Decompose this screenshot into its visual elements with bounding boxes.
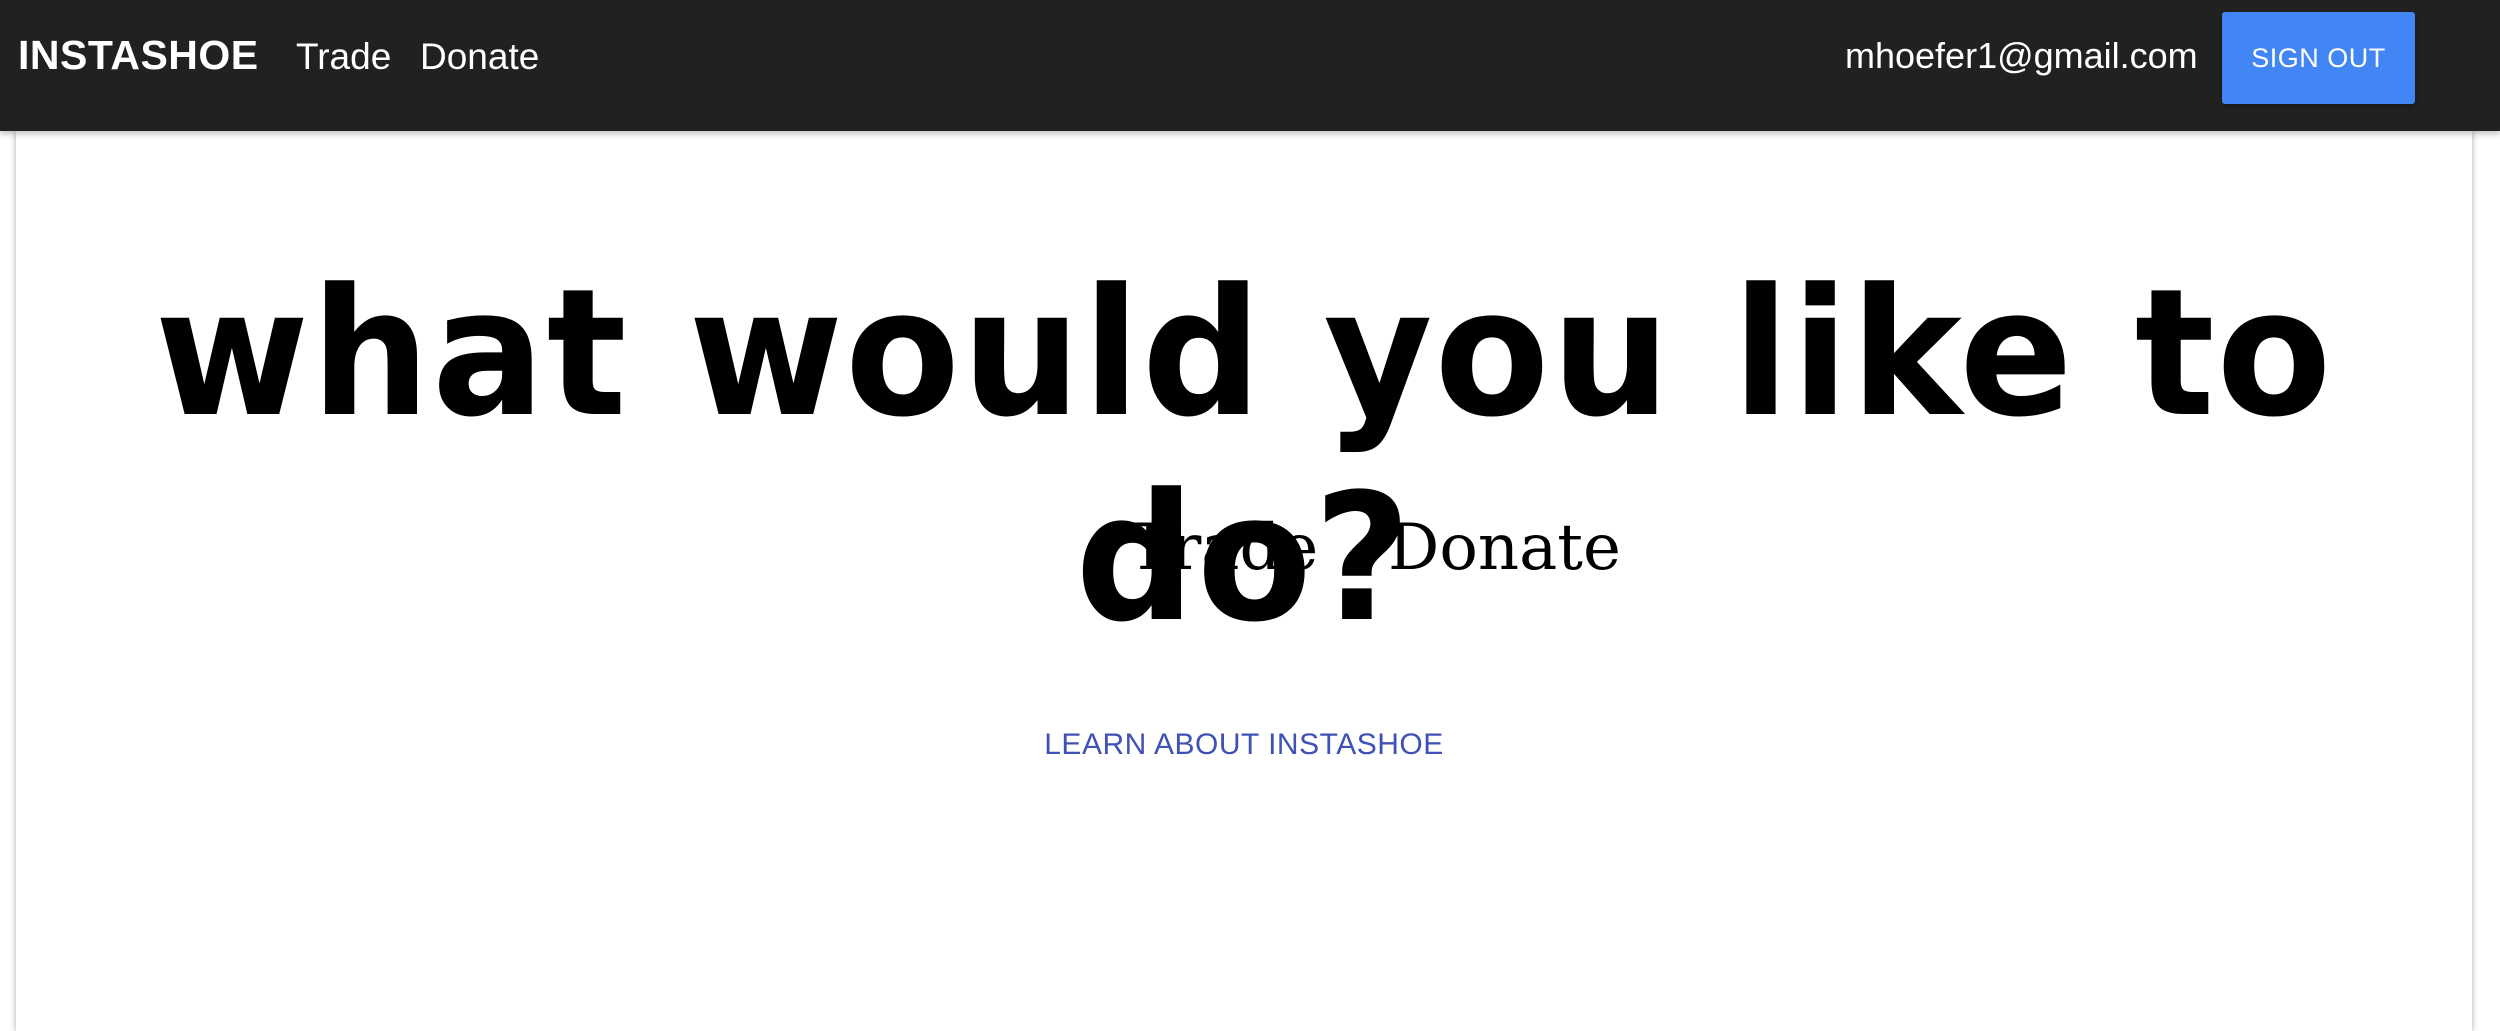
top-navbar: INSTASHOE Trade Donate mhoefer1@gmail.co… (0, 0, 2500, 131)
user-email: mhoefer1@gmail.com (1845, 35, 2198, 76)
learn-about-link[interactable]: LEARN ABOUT INSTASHOE (16, 728, 2472, 762)
page-headline: what would you like to do? (154, 251, 2334, 661)
brand-logo[interactable]: INSTASHOE (18, 0, 259, 111)
donate-option-link[interactable]: Donate (1388, 511, 1621, 585)
nav-link-donate[interactable]: Donate (420, 0, 539, 113)
trade-option-link[interactable]: Trade (1128, 511, 1318, 585)
main-card: what would you like to do? Trade Donate … (16, 131, 2472, 1031)
nav-link-trade[interactable]: Trade (296, 0, 391, 113)
sign-out-button[interactable]: SIGN OUT (2222, 12, 2415, 104)
